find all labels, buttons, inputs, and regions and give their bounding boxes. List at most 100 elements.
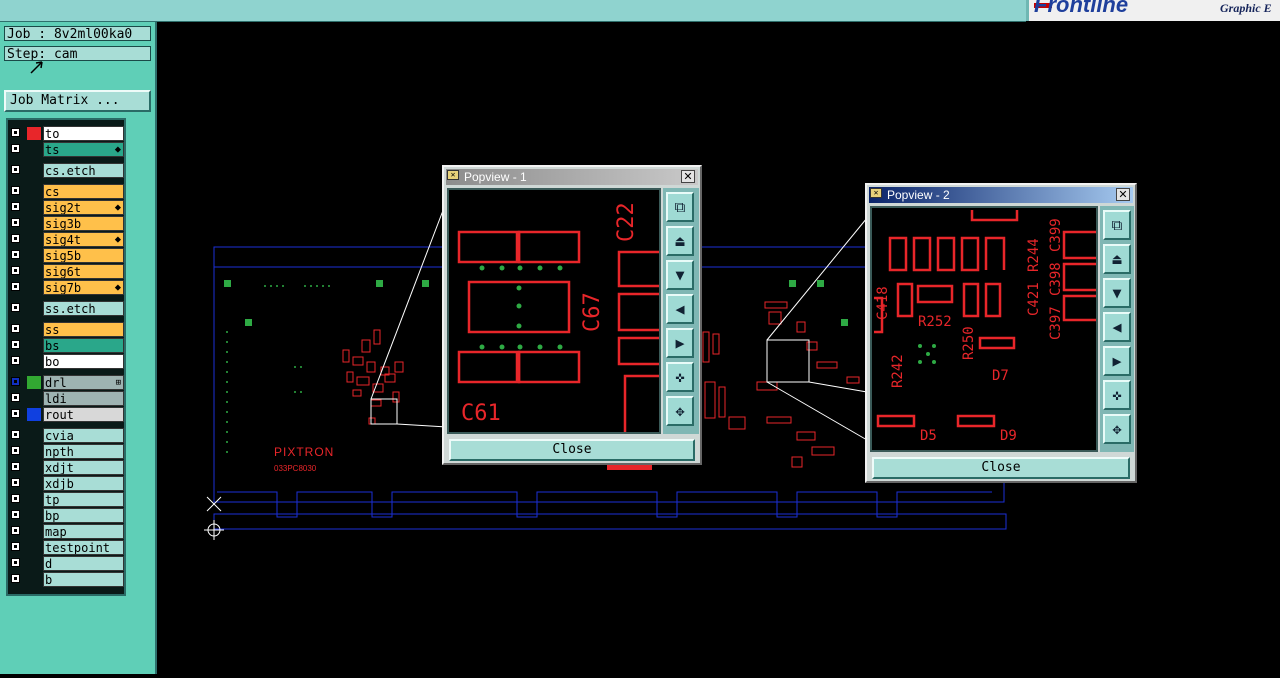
layer-name[interactable]: drl ⊞ <box>43 375 124 390</box>
layer-row-drl[interactable]: drl ⊞ <box>8 375 126 390</box>
layer-name[interactable]: sig2t ⬥ <box>43 200 124 215</box>
layer-checkbox[interactable] <box>11 165 20 174</box>
layer-row-cvia[interactable]: cvia <box>8 428 126 443</box>
layer-name[interactable]: tp <box>43 492 124 507</box>
layer-checkbox[interactable] <box>11 462 20 471</box>
layer-row-ss[interactable]: ss <box>8 322 126 337</box>
layer-color-swatch[interactable] <box>27 376 41 389</box>
pan-left-icon[interactable]: ◀ <box>1103 312 1131 342</box>
layer-checkbox[interactable] <box>11 202 20 211</box>
layer-row-cs[interactable]: cs <box>8 184 126 199</box>
layer-checkbox[interactable] <box>11 340 20 349</box>
popview-2-close-button[interactable]: Close <box>872 457 1130 479</box>
layer-row-sig7b[interactable]: sig7b ⬥ <box>8 280 126 295</box>
layer-checkbox[interactable] <box>11 324 20 333</box>
layer-name[interactable]: ts ⬥ <box>43 142 124 157</box>
layer-checkbox[interactable] <box>11 478 20 487</box>
layer-checkbox[interactable] <box>11 430 20 439</box>
layer-row-bs[interactable]: bs <box>8 338 126 353</box>
popview-1-close-icon[interactable]: ✕ <box>681 170 695 183</box>
layer-checkbox[interactable] <box>11 303 20 312</box>
layer-checkbox[interactable] <box>11 266 20 275</box>
layer-checkbox[interactable] <box>11 574 20 583</box>
popview-1-titlebar[interactable]: Popview - 1 <box>446 169 698 185</box>
layer-color-swatch[interactable] <box>27 408 41 421</box>
layer-row-sig4t[interactable]: sig4t ⬥ <box>8 232 126 247</box>
layer-name[interactable]: npth <box>43 444 124 459</box>
layer-row-to[interactable]: to <box>8 126 126 141</box>
layer-row-bp[interactable]: bp <box>8 508 126 523</box>
zoom-in-icon[interactable]: ✜ <box>666 362 694 392</box>
job-matrix-button[interactable]: Job Matrix ... <box>4 90 151 112</box>
layer-checkbox[interactable] <box>11 526 20 535</box>
layer-name[interactable]: testpoint <box>43 540 124 555</box>
layer-row-sig5b[interactable]: sig5b <box>8 248 126 263</box>
layer-checkbox[interactable] <box>11 510 20 519</box>
layer-row-xdjb[interactable]: xdjb <box>8 476 126 491</box>
popview-1-window[interactable]: Popview - 1 ✕ ✕ C22 C67 C61 ⧉ ⏏ ▼ ◀ ▶ ✜ … <box>442 165 702 465</box>
layer-row-rout[interactable]: rout <box>8 407 126 422</box>
layer-checkbox[interactable] <box>11 409 20 418</box>
layer-name[interactable]: rout <box>43 407 124 422</box>
layer-checkbox[interactable] <box>11 494 20 503</box>
popview-2-view[interactable]: C421 R244 C397 C398 C399 C418 R252 R250 … <box>870 206 1098 452</box>
layer-name[interactable]: b <box>43 572 124 587</box>
layer-name[interactable]: ss.etch <box>43 301 124 316</box>
layer-checkbox[interactable] <box>11 250 20 259</box>
zoom-out-icon[interactable]: ✥ <box>666 396 694 426</box>
layer-name[interactable]: cs <box>43 184 124 199</box>
pan-up-icon[interactable]: ⏏ <box>1103 244 1131 274</box>
layer-name[interactable]: bo <box>43 354 124 369</box>
layer-name[interactable]: cs.etch <box>43 163 124 178</box>
layer-name[interactable]: ss <box>43 322 124 337</box>
layer-row-sig2t[interactable]: sig2t ⬥ <box>8 200 126 215</box>
popview-1-view[interactable]: C22 C67 C61 <box>447 188 661 434</box>
layer-checkbox[interactable] <box>11 234 20 243</box>
layer-name[interactable]: sig4t ⬥ <box>43 232 124 247</box>
zoom-in-icon[interactable]: ✜ <box>1103 380 1131 410</box>
zoom-out-icon[interactable]: ✥ <box>1103 414 1131 444</box>
fit-icon[interactable]: ⧉ <box>666 192 694 222</box>
layer-name[interactable]: sig6t <box>43 264 124 279</box>
layer-row-ss-etch[interactable]: ss.etch <box>8 301 126 316</box>
layer-row-testpoint[interactable]: testpoint <box>8 540 126 555</box>
layer-checkbox[interactable] <box>11 393 20 402</box>
layer-checkbox[interactable] <box>11 282 20 291</box>
pan-right-icon[interactable]: ▶ <box>1103 346 1131 376</box>
layer-row-sig6t[interactable]: sig6t <box>8 264 126 279</box>
layer-name[interactable]: to <box>43 126 124 141</box>
popview-2-close-icon[interactable]: ✕ <box>1116 188 1130 201</box>
pan-down-icon[interactable]: ▼ <box>1103 278 1131 308</box>
layer-row-ldi[interactable]: ldi <box>8 391 126 406</box>
pan-down-icon[interactable]: ▼ <box>666 260 694 290</box>
fit-icon[interactable]: ⧉ <box>1103 210 1131 240</box>
layer-row-cs-etch[interactable]: cs.etch <box>8 163 126 178</box>
layer-name[interactable]: sig5b <box>43 248 124 263</box>
pan-up-icon[interactable]: ⏏ <box>666 226 694 256</box>
layer-checkbox[interactable] <box>11 356 20 365</box>
layer-row-bo[interactable]: bo <box>8 354 126 369</box>
layer-row-d[interactable]: d <box>8 556 126 571</box>
layer-checkbox[interactable] <box>11 558 20 567</box>
layer-name[interactable]: xdjb <box>43 476 124 491</box>
layer-name[interactable]: sig3b <box>43 216 124 231</box>
layer-checkbox[interactable] <box>11 186 20 195</box>
layer-row-ts[interactable]: ts ⬥ <box>8 142 126 157</box>
layer-row-xdjt[interactable]: xdjt <box>8 460 126 475</box>
popview-2-window[interactable]: Popview - 2 ✕ ✕ C421 R244 C397 C398 C399… <box>865 183 1137 483</box>
popview-2-titlebar[interactable]: Popview - 2 <box>869 187 1133 203</box>
layer-row-sig3b[interactable]: sig3b <box>8 216 126 231</box>
layer-row-b[interactable]: b <box>8 572 126 587</box>
layer-row-npth[interactable]: npth <box>8 444 126 459</box>
popview-1-close-button[interactable]: Close <box>449 439 695 461</box>
layer-name[interactable]: ldi <box>43 391 124 406</box>
layer-checkbox[interactable] <box>11 446 20 455</box>
layer-name[interactable]: d <box>43 556 124 571</box>
pan-left-icon[interactable]: ◀ <box>666 294 694 324</box>
layer-checkbox[interactable] <box>11 128 20 137</box>
layer-name[interactable]: cvia <box>43 428 124 443</box>
layer-checkbox[interactable] <box>11 377 20 386</box>
layer-checkbox[interactable] <box>11 542 20 551</box>
layer-checkbox[interactable] <box>11 218 20 227</box>
layer-name[interactable]: sig7b ⬥ <box>43 280 124 295</box>
